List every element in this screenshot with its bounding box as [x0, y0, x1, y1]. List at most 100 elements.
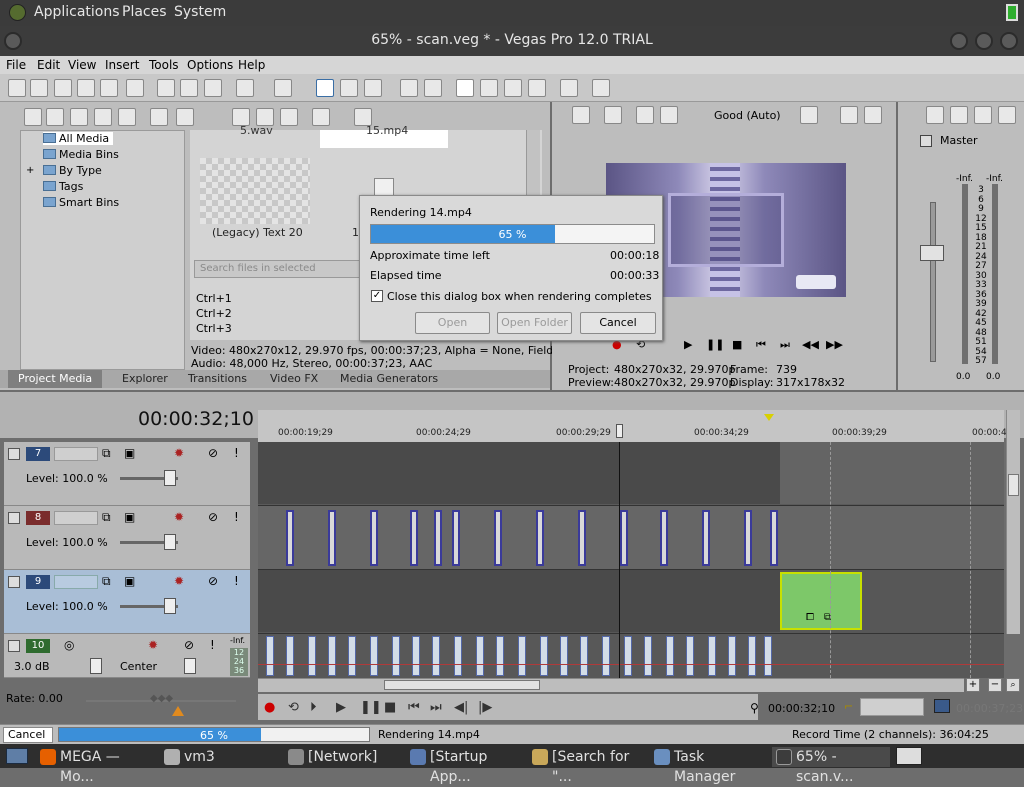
- audio-event[interactable]: [476, 636, 484, 676]
- rewind-icon[interactable]: ◀◀: [802, 338, 819, 351]
- menu-file[interactable]: File: [6, 58, 26, 72]
- video-event[interactable]: [536, 510, 544, 566]
- maximize-button[interactable]: [975, 32, 993, 50]
- track-header-7[interactable]: 7 ⧉ ▣ ✹ ⊘ ! Level: 100.0 %: [4, 442, 250, 506]
- track-lane-8[interactable]: [258, 506, 1004, 570]
- tab-media-generators[interactable]: Media Generators: [340, 372, 438, 385]
- video-event[interactable]: [620, 510, 628, 566]
- cut-icon[interactable]: [157, 79, 175, 97]
- audio-event[interactable]: [348, 636, 356, 676]
- pause-icon[interactable]: ❚❚: [360, 700, 382, 715]
- video-event[interactable]: [286, 510, 294, 566]
- playhead-cursor-line[interactable]: [619, 442, 620, 678]
- auto-crossfade-icon[interactable]: [424, 79, 442, 97]
- zoom-out-button[interactable]: −: [988, 678, 1002, 692]
- event-pan-crop-icon[interactable]: ⧠: [806, 612, 814, 623]
- video-event[interactable]: [410, 510, 418, 566]
- track-collapse-icon[interactable]: [8, 448, 20, 460]
- go-to-start-icon[interactable]: ⏮: [408, 700, 420, 715]
- audio-event[interactable]: [518, 636, 526, 676]
- system-menu[interactable]: System: [174, 4, 226, 20]
- video-event[interactable]: [702, 510, 710, 566]
- menu-options[interactable]: Options: [187, 58, 233, 72]
- video-event[interactable]: [370, 510, 378, 566]
- level-slider-handle[interactable]: [164, 534, 176, 550]
- timeline-horizontal-scrollbar[interactable]: [258, 678, 964, 692]
- tree-item-by-type[interactable]: By Type: [43, 164, 102, 177]
- track-header-9[interactable]: 9 ⧉ ▣ ✹ ⊘ ! Level: 100.0 %: [4, 570, 250, 634]
- video-event[interactable]: [770, 510, 778, 566]
- play-icon[interactable]: ▶: [336, 700, 346, 715]
- get-media-icon[interactable]: [70, 108, 88, 126]
- new-icon[interactable]: [8, 79, 26, 97]
- tree-item-tags[interactable]: Tags: [43, 180, 83, 193]
- track-mute-icon[interactable]: ⊘: [184, 638, 194, 652]
- video-event[interactable]: [328, 510, 336, 566]
- audio-event[interactable]: [748, 636, 756, 676]
- track-fx-icon[interactable]: ✹: [174, 510, 184, 524]
- downmix-icon[interactable]: [950, 106, 968, 124]
- zoom-tool-icon[interactable]: [528, 79, 546, 97]
- scrollbar-thumb[interactable]: [1008, 474, 1019, 496]
- task-search[interactable]: [Search for "...: [528, 747, 646, 785]
- tree-item-media-bins[interactable]: Media Bins: [43, 148, 119, 161]
- cancel-button[interactable]: Cancel: [580, 312, 656, 334]
- timeline-ruler[interactable]: 00:00:19;29 00:00:24;29 00:00:29;29 00:0…: [258, 410, 1007, 442]
- save-icon[interactable]: [54, 79, 72, 97]
- track-lane-7[interactable]: [258, 442, 1004, 506]
- pan-slider-handle[interactable]: [184, 658, 196, 674]
- record-icon[interactable]: ●: [264, 700, 275, 715]
- timeline-vertical-scrollbar[interactable]: [1006, 410, 1020, 634]
- track-motion-icon[interactable]: ⧉: [102, 510, 111, 525]
- whats-this-help-icon[interactable]: [592, 79, 610, 97]
- track-solo-icon[interactable]: !: [234, 446, 239, 460]
- external-monitor-icon[interactable]: [604, 106, 622, 124]
- task-task-manager[interactable]: Task Manager: [650, 747, 768, 785]
- region-marker-icon[interactable]: [764, 414, 774, 421]
- go-to-end-icon[interactable]: ⏭: [430, 700, 442, 715]
- prev-frame-icon[interactable]: ◀|: [454, 700, 468, 715]
- close-button[interactable]: [1000, 32, 1018, 50]
- task-vm3[interactable]: vm3: [160, 747, 278, 767]
- import-media-icon[interactable]: [24, 108, 42, 126]
- audio-event[interactable]: [454, 636, 462, 676]
- expand-icon[interactable]: +: [26, 165, 34, 176]
- menu-tools[interactable]: Tools: [149, 58, 179, 72]
- arm-record-icon[interactable]: ◎: [64, 638, 74, 652]
- split-screen-icon[interactable]: [636, 106, 654, 124]
- audio-event[interactable]: [308, 636, 316, 676]
- audio-event[interactable]: [686, 636, 694, 676]
- copy-icon[interactable]: [180, 79, 198, 97]
- audio-event[interactable]: [644, 636, 652, 676]
- menu-edit[interactable]: Edit: [37, 58, 60, 72]
- audio-event[interactable]: [560, 636, 568, 676]
- level-slider-handle[interactable]: [164, 470, 176, 486]
- video-event[interactable]: [494, 510, 502, 566]
- audio-event[interactable]: [370, 636, 378, 676]
- level-slider-handle[interactable]: [164, 598, 176, 614]
- properties-icon[interactable]: [126, 79, 144, 97]
- audio-event[interactable]: [624, 636, 632, 676]
- tree-item-smart-bins[interactable]: Smart Bins: [43, 196, 119, 209]
- battery-icon[interactable]: [1006, 4, 1018, 21]
- play-icon[interactable]: ▶: [684, 338, 692, 351]
- paste-icon[interactable]: [204, 79, 222, 97]
- auto-ripple-icon[interactable]: [456, 79, 474, 97]
- mute-icon[interactable]: [998, 106, 1016, 124]
- preview-quality-select[interactable]: Good (Auto): [714, 109, 781, 122]
- status-cancel-button[interactable]: Cancel: [3, 727, 53, 743]
- playhead-marker[interactable]: [616, 424, 623, 438]
- track-collapse-icon[interactable]: [8, 640, 20, 652]
- pause-icon[interactable]: ❚❚: [706, 338, 724, 351]
- cursor-position[interactable]: 00:00:32;10: [768, 702, 835, 715]
- auto-preview-icon[interactable]: [280, 108, 298, 126]
- preview-properties-icon[interactable]: [572, 106, 590, 124]
- track-name-field[interactable]: [54, 511, 98, 525]
- audio-event[interactable]: [666, 636, 674, 676]
- track-mute-icon[interactable]: ⊘: [208, 446, 218, 460]
- audio-event[interactable]: [602, 636, 610, 676]
- undo-icon[interactable]: [236, 79, 254, 97]
- tray-icon[interactable]: [896, 747, 922, 765]
- audio-event[interactable]: [728, 636, 736, 676]
- rate-slider-handle[interactable]: ◆◆◆: [150, 693, 174, 707]
